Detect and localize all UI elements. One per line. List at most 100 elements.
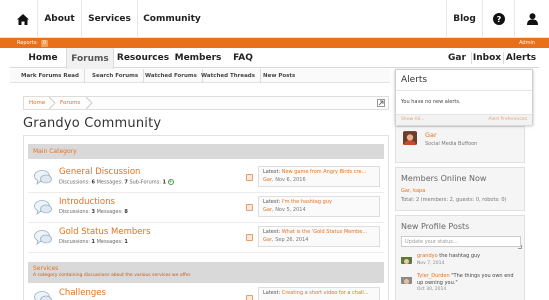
show-all-alerts-link[interactable]: Show All... — [401, 117, 424, 122]
forum-stats: Discussions: 6 Messages: 7 Sub-Forums: 1… — [59, 179, 174, 186]
latest-date: Nov 6, 2016 — [275, 177, 306, 183]
visitor-panel: Gar Social Media Buffoon — [395, 126, 525, 163]
status-update-input[interactable]: Update your status... — [401, 236, 521, 247]
rss-feed-icon[interactable] — [246, 204, 253, 211]
mark-forums-read-link[interactable]: Mark Forums Read — [16, 69, 85, 83]
forum-title-link[interactable]: Introductions — [59, 197, 115, 207]
new-posts-link[interactable]: New Posts — [258, 69, 300, 83]
last-post-box: Latest: What is the 'Gold Status Membe..… — [258, 226, 380, 247]
latest-label: Latest: — [263, 290, 281, 296]
help-button[interactable]: ? — [482, 0, 514, 38]
avatar-image-icon — [403, 132, 417, 145]
visitor-user-title: Social Media Buffoon — [425, 141, 478, 147]
watched-forums-link[interactable]: Watched Forums — [140, 69, 203, 83]
reports-count-badge: 0 — [40, 39, 49, 47]
alerts-empty-message: You have no new alerts. — [401, 99, 461, 105]
forum-stats: Discussions: 1 Messages: 1 — [59, 239, 128, 245]
messages-label: Messages: — [96, 179, 123, 186]
members-online-panel: Members Online Now Gar, kapa Total: 2 (m… — [395, 167, 525, 211]
home-icon-button[interactable] — [8, 0, 38, 38]
members-online-heading[interactable]: Members Online Now — [401, 174, 486, 183]
avatar[interactable] — [401, 273, 412, 284]
latest-thread-link[interactable]: What is the 'Gold Status Membe... — [282, 229, 367, 235]
reports-link[interactable]: Reports: 0 — [17, 38, 49, 48]
forum-row: Introductions Discussions: 3 Messages: 8… — [28, 193, 384, 223]
discussions-count: 1 — [91, 239, 95, 245]
profile-post-item: grandyo the hashtag guy Nov 7, 2014 — [401, 253, 523, 275]
forum-stats: Discussions: 3 Messages: 8 — [59, 209, 128, 215]
watched-threads-link[interactable]: Watched Threads — [196, 69, 262, 83]
breadcrumb: Home Forums — [23, 96, 389, 110]
tab-home[interactable]: Home — [20, 48, 66, 68]
rss-feed-icon[interactable] — [246, 295, 253, 300]
alerts-popup: Alerts You have no new alerts. Show All.… — [395, 69, 533, 125]
tab-account-gar[interactable]: Gar — [443, 48, 471, 68]
tab-faq[interactable]: FAQ — [224, 48, 262, 68]
messages-count: 8 — [124, 209, 128, 215]
account-button[interactable] — [514, 0, 549, 38]
breadcrumb-home[interactable]: Home — [29, 97, 45, 109]
nav-blog[interactable]: Blog — [446, 0, 482, 38]
messages-count: 1 — [124, 239, 128, 245]
resize-handle-icon[interactable] — [518, 245, 522, 249]
forum-title-link[interactable]: Challenges — [59, 288, 106, 298]
latest-date: Nov 5, 2014 — [275, 207, 306, 213]
category-header-main[interactable]: Main Category — [28, 144, 384, 159]
subforums-label[interactable]: Sub-Forums: — [129, 180, 160, 186]
profile-post-item: Tyler_Durden "The things you own end up … — [401, 273, 523, 295]
divider — [396, 90, 532, 91]
online-member-links[interactable]: Gar, kapa — [401, 188, 425, 194]
rss-feed-icon[interactable] — [246, 174, 253, 181]
messages-label: Messages: — [96, 239, 123, 245]
last-post-box: Latest: New game from Angry Birds cre...… — [258, 166, 380, 187]
page-title: Grandyo Community — [23, 116, 162, 131]
latest-user-link[interactable]: Gar — [263, 237, 272, 243]
question-icon: ? — [492, 13, 505, 25]
rss-feed-icon[interactable] — [246, 234, 253, 241]
nav-services[interactable]: Services — [82, 0, 138, 38]
avatar[interactable] — [403, 131, 417, 145]
latest-thread-link[interactable]: I'm the hashtag guy — [282, 199, 332, 205]
profile-post-user-link[interactable]: grandyo — [417, 253, 438, 259]
reports-label: Reports: — [17, 40, 38, 46]
profile-post-date[interactable]: Nov 7, 2014 — [417, 261, 444, 266]
breadcrumb-forums[interactable]: Forums — [60, 97, 80, 109]
avatar[interactable] — [401, 253, 412, 264]
category-title: Services — [33, 265, 59, 272]
forum-title-link[interactable]: General Discussion — [59, 167, 140, 177]
search-forums-link[interactable]: Search Forums — [87, 69, 145, 83]
admin-link[interactable]: Admin — [519, 38, 535, 48]
latest-label: Latest: — [263, 199, 281, 205]
forum-navigation: Home Forums Resources Members FAQ Gar In… — [10, 48, 539, 69]
tab-forums[interactable]: Forums — [66, 48, 114, 69]
expand-subforums-icon[interactable]: + — [167, 179, 174, 185]
profile-posts-heading[interactable]: New Profile Posts — [401, 222, 469, 231]
nav-about[interactable]: About — [38, 0, 82, 38]
profile-posts-panel: New Profile Posts Update your status... … — [395, 215, 525, 300]
forum-title-link[interactable]: Gold Status Members — [59, 227, 150, 237]
latest-thread-link[interactable]: Creating a short video for a chall... — [282, 290, 369, 296]
visitor-name-link[interactable]: Gar — [425, 131, 437, 139]
jump-menu-button[interactable] — [377, 99, 385, 107]
profile-post-user-link[interactable]: Tyler_Durden — [417, 273, 450, 279]
tab-members[interactable]: Members — [172, 48, 224, 68]
profile-post-text: grandyo the hashtag guy — [417, 253, 521, 260]
nav-community[interactable]: Community — [138, 0, 206, 38]
profile-post-text: Tyler_Durden "The things you own end up … — [417, 273, 521, 286]
top-navigation: About Services Community Blog ? — [0, 0, 549, 38]
latest-date: Sep 26, 2014 — [275, 237, 309, 243]
tab-inbox[interactable]: Inbox — [471, 48, 503, 68]
category-header-services[interactable]: Services A category containing discussio… — [28, 262, 384, 283]
tab-alerts[interactable]: Alerts — [503, 48, 539, 68]
profile-post-date[interactable]: Oct 30, 2014 — [417, 287, 446, 292]
forum-row: General Discussion Discussions: 6 Messag… — [28, 163, 384, 193]
breadcrumb-arrow-icon — [49, 97, 56, 109]
tab-resources[interactable]: Resources — [114, 48, 172, 68]
alert-preferences-link[interactable]: Alert Preferences — [488, 117, 527, 122]
latest-user-link[interactable]: Gar — [263, 177, 272, 183]
online-total: Total: 2 (members: 2, guests: 0, robots:… — [401, 197, 507, 203]
latest-user-link[interactable]: Gar — [263, 207, 272, 213]
forum-icon — [34, 230, 52, 245]
latest-thread-link[interactable]: New game from Angry Birds cre... — [282, 169, 367, 175]
last-post-box: Latest: Creating a short video for a cha… — [258, 287, 380, 300]
